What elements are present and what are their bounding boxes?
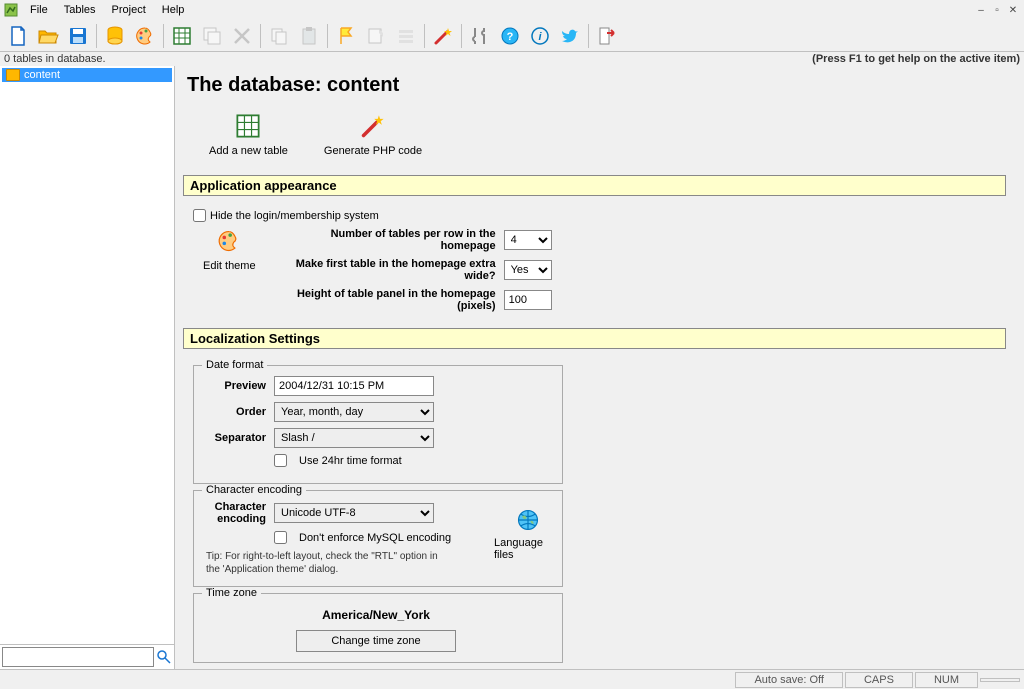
open-file-button[interactable] xyxy=(34,22,62,50)
search-button[interactable] xyxy=(156,647,172,667)
separator-select[interactable]: Slash / xyxy=(274,428,434,448)
svg-text:?: ? xyxy=(507,31,514,43)
palette-icon xyxy=(216,228,242,254)
save-button[interactable] xyxy=(64,22,92,50)
sidebar-search xyxy=(0,644,174,669)
no-enforce-label: Don't enforce MySQL encoding xyxy=(299,532,451,544)
separator-label: Separator xyxy=(206,432,266,444)
statusbar: Auto save: Off CAPS NUM xyxy=(0,669,1024,689)
svg-text:i: i xyxy=(538,31,542,43)
database-button[interactable] xyxy=(101,22,129,50)
theme-palette-button[interactable] xyxy=(131,22,159,50)
magic-wand-button[interactable] xyxy=(429,22,457,50)
localization-body: Date format Preview Order Year, month, d… xyxy=(183,355,1006,669)
lang-files-label: Language files xyxy=(494,537,562,561)
menu-tables[interactable]: Tables xyxy=(56,2,104,18)
copy-button[interactable] xyxy=(265,22,293,50)
num-status: NUM xyxy=(915,672,978,688)
edit-theme-action[interactable]: Edit theme xyxy=(203,228,256,272)
order-select[interactable]: Year, month, day xyxy=(274,402,434,422)
help-button[interactable]: ? xyxy=(496,22,524,50)
flag-button[interactable] xyxy=(332,22,360,50)
minimize-icon[interactable]: – xyxy=(974,3,988,17)
extra-wide-label: Make first table in the homepage extra w… xyxy=(286,258,496,282)
toolbar: ? i xyxy=(0,20,1024,52)
panel-height-input[interactable] xyxy=(504,290,552,310)
tree-item-label: content xyxy=(24,69,60,81)
add-table-action[interactable]: Add a new table xyxy=(209,113,288,157)
status-empty xyxy=(980,678,1020,682)
extra-wide-select[interactable]: Yes xyxy=(504,260,552,280)
hide-login-checkbox[interactable] xyxy=(193,209,206,222)
tools-button[interactable] xyxy=(466,22,494,50)
preview-label: Preview xyxy=(206,380,266,392)
search-input[interactable] xyxy=(2,647,154,667)
char-encoding-fieldset: Character encoding Character encoding Un… xyxy=(193,490,563,587)
timezone-value: America/New_York xyxy=(296,608,456,622)
info-button[interactable]: i xyxy=(526,22,554,50)
new-file-button[interactable] xyxy=(4,22,32,50)
copy-grid-button[interactable] xyxy=(198,22,226,50)
generate-php-action[interactable]: Generate PHP code xyxy=(324,113,422,157)
folder-icon xyxy=(6,69,20,81)
help-hint: (Press F1 to get help on the active item… xyxy=(812,53,1020,65)
wand-icon xyxy=(360,113,386,139)
use-24hr-checkbox[interactable] xyxy=(274,454,287,467)
change-timezone-button[interactable]: Change time zone xyxy=(296,630,456,652)
action-row: Add a new table Generate PHP code xyxy=(209,113,1006,157)
generate-php-label: Generate PHP code xyxy=(324,145,422,157)
language-files-action[interactable]: Language files xyxy=(494,507,562,561)
tree-item-database[interactable]: content xyxy=(2,68,172,82)
tables-per-row-select[interactable]: 4 xyxy=(504,230,552,250)
globe-icon xyxy=(515,507,541,533)
char-encoding-legend: Character encoding xyxy=(202,484,306,496)
add-table-label: Add a new table xyxy=(209,145,288,157)
encoding-label: Character encoding xyxy=(206,501,266,525)
encoding-select[interactable]: Unicode UTF-8 xyxy=(274,503,434,523)
menu-project[interactable]: Project xyxy=(104,2,154,18)
menu-file[interactable]: File xyxy=(22,2,56,18)
exit-button[interactable] xyxy=(593,22,621,50)
status-header: 0 tables in database. (Press F1 to get h… xyxy=(0,52,1024,66)
delete-button[interactable] xyxy=(228,22,256,50)
content-pane[interactable]: The database: content Add a new table Ge… xyxy=(175,66,1024,669)
order-label: Order xyxy=(206,406,266,418)
menu-help[interactable]: Help xyxy=(154,2,193,18)
app-icon xyxy=(4,3,18,17)
tables-per-row-label: Number of tables per row in the homepage xyxy=(286,228,496,252)
paste-button[interactable] xyxy=(295,22,323,50)
localization-header: Localization Settings xyxy=(183,328,1006,349)
twitter-button[interactable] xyxy=(556,22,584,50)
window-controls: – ▫ ✕ xyxy=(974,3,1020,17)
close-icon[interactable]: ✕ xyxy=(1006,3,1020,17)
file-flag-button[interactable] xyxy=(362,22,390,50)
grid-button[interactable] xyxy=(168,22,196,50)
hide-login-label: Hide the login/membership system xyxy=(210,210,379,222)
stack-button[interactable] xyxy=(392,22,420,50)
maximize-icon[interactable]: ▫ xyxy=(990,3,1004,17)
sidebar: content xyxy=(0,66,175,669)
tables-count-label: 0 tables in database. xyxy=(4,53,106,65)
preview-input[interactable] xyxy=(274,376,434,396)
page-title: The database: content xyxy=(187,74,1006,97)
grid-icon xyxy=(235,113,261,139)
date-format-fieldset: Date format Preview Order Year, month, d… xyxy=(193,365,563,484)
autosave-status: Auto save: Off xyxy=(735,672,843,688)
main-area: content The database: content Add a new … xyxy=(0,66,1024,669)
appearance-header: Application appearance xyxy=(183,175,1006,196)
panel-height-label: Height of table panel in the homepage (p… xyxy=(286,288,496,312)
timezone-fieldset: Time zone America/New_York Change time z… xyxy=(193,593,563,663)
timezone-legend: Time zone xyxy=(202,587,261,599)
edit-theme-label: Edit theme xyxy=(203,260,256,272)
hide-login-row: Hide the login/membership system xyxy=(193,209,996,222)
date-format-legend: Date format xyxy=(202,359,267,371)
project-tree[interactable]: content xyxy=(0,66,174,644)
caps-status: CAPS xyxy=(845,672,913,688)
appearance-body: Hide the login/membership system Edit th… xyxy=(183,202,1006,328)
rtl-tip: Tip: For right-to-left layout, check the… xyxy=(206,550,446,576)
use-24hr-label: Use 24hr time format xyxy=(299,455,402,467)
no-enforce-checkbox[interactable] xyxy=(274,531,287,544)
menubar: File Tables Project Help – ▫ ✕ xyxy=(0,0,1024,20)
